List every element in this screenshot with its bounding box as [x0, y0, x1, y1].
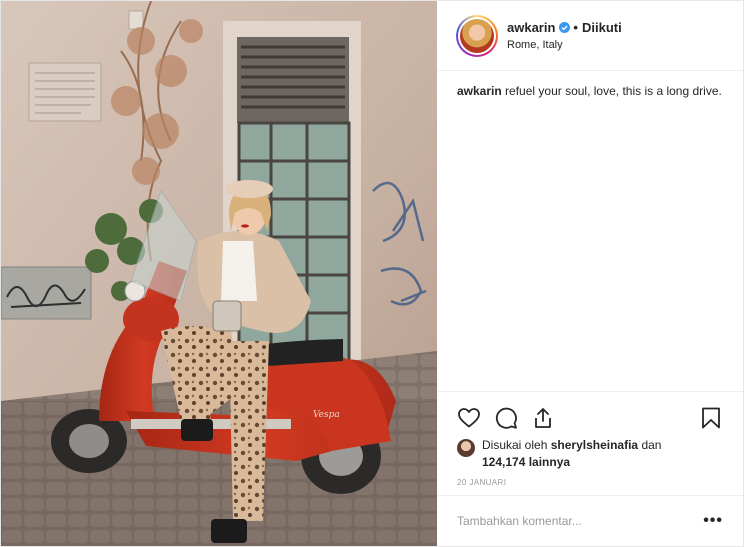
caption-text: refuel your soul, love, this is a long d…	[505, 84, 722, 98]
comment-section: •••	[437, 495, 743, 546]
heart-icon[interactable]	[457, 406, 481, 430]
comment-input[interactable]	[457, 514, 687, 528]
more-options-icon[interactable]: •••	[703, 513, 723, 529]
post-header: awkarin • Diikuti Rome, Italy	[437, 1, 743, 71]
likes-text: Disukai oleh sherylsheinafia dan 124,174…	[482, 437, 722, 471]
post-date[interactable]: 20 JANUARI	[457, 478, 506, 487]
avatar-image	[460, 18, 494, 53]
post-caption: awkarin refuel your soul, love, this is …	[457, 83, 725, 99]
share-icon[interactable]	[531, 406, 555, 430]
likes-prefix: Disukai oleh	[482, 438, 548, 452]
separator-dot: •	[573, 20, 578, 35]
header-text: awkarin • Diikuti Rome, Italy	[507, 20, 622, 51]
caption-username[interactable]: awkarin	[457, 84, 502, 98]
likes-conjunction: dan	[641, 438, 662, 452]
username-link[interactable]: awkarin	[507, 20, 555, 35]
likes-count-link[interactable]: 124,174 lainnya	[482, 455, 570, 469]
follow-button[interactable]: Diikuti	[582, 20, 622, 35]
post-photo[interactable]: Vespa	[1, 1, 437, 546]
post-side-panel: awkarin • Diikuti Rome, Italy awkarin re…	[437, 1, 743, 546]
comment-icon[interactable]	[494, 406, 518, 430]
liked-by-username[interactable]: sherylsheinafia	[551, 438, 638, 452]
location-link[interactable]: Rome, Italy	[507, 39, 622, 51]
bookmark-icon[interactable]	[699, 406, 723, 430]
likes-summary: Disukai oleh sherylsheinafia dan 124,174…	[457, 437, 727, 471]
verified-badge-icon	[559, 22, 571, 33]
avatar[interactable]	[456, 14, 498, 57]
action-bar	[437, 391, 743, 437]
instagram-post: Vespa awkarin • Diikuti Rome, Italy awka…	[0, 0, 744, 547]
vespa-logo: Vespa	[313, 410, 340, 420]
liker-avatar[interactable]	[457, 439, 475, 457]
post-image: Vespa	[1, 1, 437, 546]
